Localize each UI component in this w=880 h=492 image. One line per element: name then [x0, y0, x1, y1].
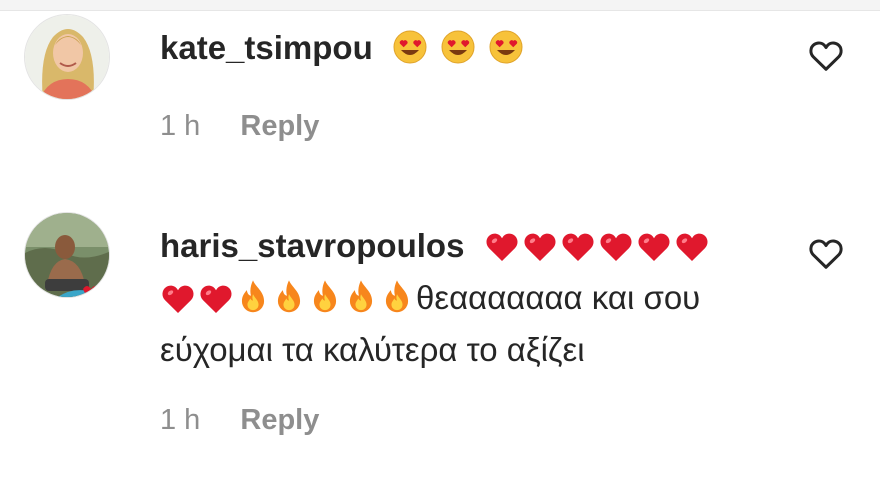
comment-timestamp: 1 h: [160, 110, 201, 142]
comment-text: θεααααααα και σου: [416, 279, 701, 316]
fire-emoji: [385, 280, 409, 313]
reply-button[interactable]: Reply: [240, 110, 319, 142]
red-heart-emoji: [638, 233, 670, 261]
heart-eyes-emoji: [441, 30, 475, 64]
top-divider: [0, 0, 880, 11]
red-heart-emoji: [524, 233, 556, 261]
avatar-photo: [25, 213, 109, 297]
emoji-group: [236, 279, 416, 316]
fire-emoji: [241, 280, 265, 313]
avatar[interactable]: [24, 212, 110, 298]
fire-emoji: [277, 280, 301, 313]
heart-eyes-emoji: [489, 30, 523, 64]
comment-item: kate_tsimpou 1 h Reply: [0, 14, 880, 164]
emoji-group: [484, 227, 712, 264]
comment-text: εύχομαι τα καλύτερα το αξίζει: [160, 331, 585, 368]
red-heart-emoji: [162, 285, 194, 313]
like-heart-icon[interactable]: [808, 236, 844, 270]
comment-username[interactable]: kate_tsimpou: [160, 29, 373, 66]
red-heart-emoji: [676, 233, 708, 261]
red-heart-emoji: [600, 233, 632, 261]
heart-eyes-emoji: [393, 30, 427, 64]
comment-username[interactable]: haris_stavropoulos: [160, 227, 464, 264]
avatar[interactable]: [24, 14, 110, 100]
emoji-group: [392, 29, 526, 66]
fire-emoji: [349, 280, 373, 313]
comment-item: haris_stavropoulos θεααααααα και σου εύχ…: [0, 212, 880, 452]
like-heart-icon[interactable]: [808, 38, 844, 72]
red-heart-emoji: [486, 233, 518, 261]
avatar-photo: [25, 15, 109, 99]
red-heart-emoji: [562, 233, 594, 261]
emoji-group: [160, 279, 236, 316]
red-heart-emoji: [200, 285, 232, 313]
fire-emoji: [313, 280, 337, 313]
reply-button[interactable]: Reply: [240, 404, 319, 436]
comment-timestamp: 1 h: [160, 404, 201, 436]
